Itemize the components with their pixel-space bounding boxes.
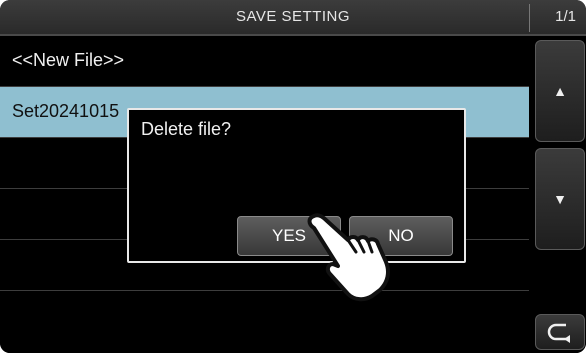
page-indicator: 1/1: [555, 8, 576, 25]
back-button[interactable]: [535, 314, 585, 350]
return-arrow-icon: [547, 323, 570, 343]
scroll-up-button[interactable]: ▲: [535, 40, 585, 142]
list-item-empty[interactable]: [0, 291, 529, 353]
dialog-message: Delete file?: [141, 119, 232, 139]
title-divider: [529, 4, 530, 32]
triangle-up-icon: ▲: [553, 83, 567, 99]
scroll-down-button[interactable]: ▼: [535, 148, 585, 250]
screen-title: SAVE SETTING: [235, 8, 351, 25]
list-item-label: <<New File>>: [12, 50, 125, 70]
pointing-hand-icon: [307, 213, 390, 302]
delete-confirm-dialog: Delete file? YES NO: [127, 108, 466, 263]
list-item-label: Set20241015: [12, 101, 120, 121]
triangle-down-icon: ▼: [553, 191, 567, 207]
device-screen: SAVE SETTING 1/1 <<New File>> Set2024101…: [0, 0, 586, 353]
list-item-new-file[interactable]: <<New File>>: [0, 36, 529, 87]
side-button-panel: ▲ ▼: [530, 36, 586, 353]
title-bar: SAVE SETTING 1/1: [0, 0, 586, 36]
